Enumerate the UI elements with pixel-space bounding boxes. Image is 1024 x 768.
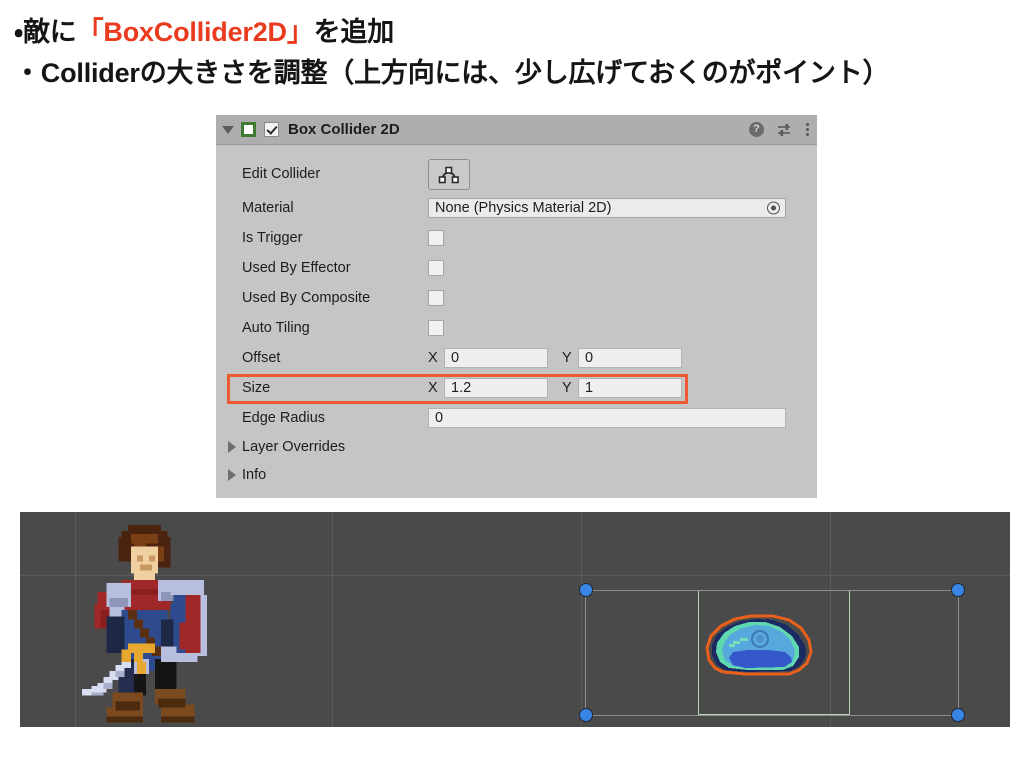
row-is-trigger: Is Trigger: [216, 223, 817, 253]
row-offset: Offset X 0 Y 0: [216, 343, 817, 373]
settings-sliders-icon[interactable]: [777, 123, 792, 137]
headline-line-2: ・Colliderの大きさを調整（上方向には、少し広げておくのがポイント）: [14, 58, 890, 89]
selection-rect-edge-left: [585, 590, 586, 716]
row-used-by-effector: Used By Effector: [216, 253, 817, 283]
selection-handle-top-left[interactable]: [579, 583, 593, 597]
material-object-field[interactable]: None (Physics Material 2D): [428, 198, 786, 218]
row-material: Material None (Physics Material 2D): [216, 193, 817, 223]
size-x-axis-label: X: [428, 380, 438, 396]
help-icon[interactable]: ?: [749, 122, 764, 137]
headline-line-1-accent: 「BoxCollider2D」: [76, 17, 314, 47]
is-trigger-label: Is Trigger: [242, 230, 303, 246]
offset-x-input[interactable]: 0: [444, 348, 548, 368]
size-label: Size: [242, 380, 271, 396]
object-picker-icon[interactable]: [767, 201, 780, 215]
scene-view[interactable]: [20, 512, 1010, 727]
inspector-properties: Edit Collider Material None (Physics Mat…: [216, 145, 817, 489]
headline-line-1-post: を追加: [313, 17, 395, 47]
used-by-composite-label: Used By Composite: [242, 290, 371, 306]
edit-collider-button[interactable]: [428, 158, 470, 190]
row-info[interactable]: Info: [216, 461, 817, 489]
component-title: Box Collider 2D: [288, 121, 400, 138]
slime-enemy-sprite[interactable]: [685, 600, 835, 678]
offset-y-input[interactable]: 0: [578, 348, 682, 368]
selection-rect-edge-top: [586, 590, 959, 591]
polygon-edit-icon: [438, 166, 459, 183]
component-enabled-checkbox[interactable]: [264, 122, 279, 137]
size-y-input[interactable]: 1: [578, 378, 682, 398]
selection-handle-top-right[interactable]: [951, 583, 965, 597]
pivot-gizmo-center: [756, 635, 764, 643]
offset-x-axis-label: X: [428, 350, 438, 366]
offset-label: Offset: [242, 350, 281, 366]
headline-line-1: ・敵に「BoxCollider2D」を追加: [14, 12, 1014, 53]
selection-rect-edge-right: [958, 590, 959, 716]
slime-belly: [729, 650, 792, 668]
is-trigger-checkbox[interactable]: [428, 230, 444, 246]
used-by-composite-checkbox[interactable]: [428, 290, 444, 306]
row-edge-radius: Edge Radius 0: [216, 403, 817, 433]
selection-handle-bottom-right[interactable]: [951, 708, 965, 722]
headline-block: ・敵に「BoxCollider2D」を追加 ・Colliderの大きさを調整（上…: [14, 12, 1014, 94]
inspector-component-header[interactable]: Box Collider 2D ?: [216, 115, 817, 145]
row-layer-overrides[interactable]: Layer Overrides: [216, 433, 817, 461]
info-foldout-icon[interactable]: [228, 469, 236, 481]
size-x-input[interactable]: 1.2: [444, 378, 548, 398]
offset-y-axis-label: Y: [562, 350, 572, 366]
material-value: None (Physics Material 2D): [435, 200, 612, 216]
size-y-axis-label: Y: [562, 380, 572, 396]
row-edit-collider: Edit Collider: [216, 155, 817, 193]
selection-handle-bottom-left[interactable]: [579, 708, 593, 722]
used-by-effector-checkbox[interactable]: [428, 260, 444, 276]
row-size: Size X 1.2 Y 1: [216, 373, 817, 403]
layer-overrides-label: Layer Overrides: [242, 439, 346, 455]
headline-line-1-pre: ・敵に: [14, 17, 77, 47]
knight-player-sprite[interactable]: [70, 519, 216, 726]
used-by-effector-label: Used By Effector: [242, 260, 351, 276]
edit-collider-label: Edit Collider: [242, 166, 321, 182]
material-label: Material: [242, 200, 294, 216]
edge-radius-label: Edge Radius: [242, 410, 326, 426]
selection-rect-edge-bottom: [586, 715, 959, 716]
foldout-expanded-icon[interactable]: [222, 125, 234, 134]
row-used-by-composite: Used By Composite: [216, 283, 817, 313]
edge-radius-input[interactable]: 0: [428, 408, 786, 428]
auto-tiling-label: Auto Tiling: [242, 320, 310, 336]
auto-tiling-checkbox[interactable]: [428, 320, 444, 336]
row-auto-tiling: Auto Tiling: [216, 313, 817, 343]
box-collider-2d-component-icon: [241, 122, 256, 137]
grid-line-vertical: [332, 512, 333, 727]
info-label: Info: [242, 467, 267, 483]
layer-overrides-foldout-icon[interactable]: [228, 441, 236, 453]
grid-line-vertical: [581, 512, 582, 727]
box-collider-2d-inspector: Box Collider 2D ? Edit Collider Material…: [216, 115, 817, 498]
header-icon-group: ?: [749, 115, 809, 144]
kebab-menu-icon[interactable]: [805, 122, 809, 137]
